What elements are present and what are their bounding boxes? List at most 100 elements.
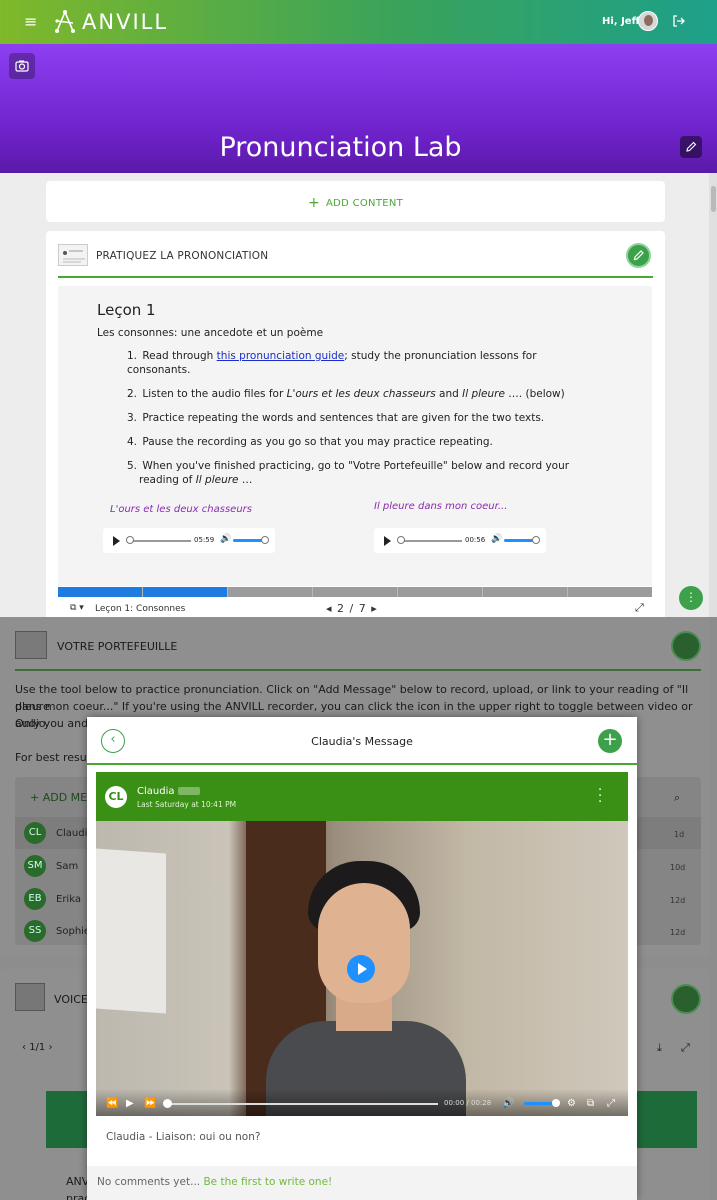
lesson-heading: Leçon 1	[97, 301, 156, 319]
fullscreen-icon[interactable]: ⤢	[607, 1098, 615, 1109]
video-seek-bar[interactable]	[168, 1103, 438, 1105]
student-name[interactable]: Erika	[56, 894, 81, 905]
message-header: CL Claudia Last Saturday at 10:41 PM · · ·	[96, 772, 628, 822]
kebab-menu-icon[interactable]: · · ·	[598, 784, 602, 809]
prev-slide-icon[interactable]: ◂	[326, 602, 333, 615]
video-time: 00:00 / 00:28	[444, 1099, 492, 1107]
lesson-steps: 1. Read through this pronunciation guide…	[127, 349, 597, 497]
pencil-icon	[633, 250, 644, 261]
step-item: 1. Read through this pronunciation guide…	[127, 350, 537, 376]
portfolio-intro-3: Only you and	[15, 717, 89, 730]
hamburger-icon[interactable]: ≡	[24, 13, 37, 31]
add-button[interactable]: +	[598, 729, 622, 753]
modal-title: Claudia's Message	[311, 735, 413, 748]
message-caption: Claudia - Liaison: oui ou non?	[106, 1131, 261, 1143]
slide-progress-bar[interactable]	[58, 587, 652, 597]
user-avatar[interactable]	[638, 11, 658, 31]
voice-body-text: ANV	[66, 1175, 90, 1188]
voice-pager: ‹ 1/1 ›	[22, 1042, 53, 1053]
settings-gear-icon[interactable]: ⚙	[567, 1098, 576, 1109]
download-icon[interactable]: ⤓	[657, 1039, 662, 1056]
next-slide-icon[interactable]: ▸	[371, 602, 378, 615]
search-icon[interactable]: ⌕	[674, 789, 680, 806]
section-divider	[58, 276, 653, 278]
add-content-card: + ADD CONTENT	[46, 181, 665, 222]
portfolio-thumbnail	[15, 631, 47, 659]
avatar: SM	[24, 855, 46, 877]
fast-forward-icon[interactable]: ⏩	[144, 1098, 156, 1109]
audio-seek-handle[interactable]	[126, 536, 134, 544]
expand-icon[interactable]: ⤢	[681, 1039, 690, 1056]
plus-icon: +	[307, 195, 320, 211]
audio-seek-bar[interactable]	[129, 540, 191, 542]
play-icon[interactable]	[384, 536, 391, 546]
slide-page-indicator: 2 / 7	[337, 602, 367, 615]
course-banner: Pronunciation Lab	[0, 44, 717, 173]
section-thumbnail	[58, 244, 88, 266]
edit-section-button[interactable]	[626, 243, 651, 268]
step-item: 5. When you've finished practicing, go t…	[127, 460, 570, 486]
student-name[interactable]: Sam	[56, 861, 78, 872]
message-age: 1d	[674, 830, 685, 839]
logout-icon[interactable]	[672, 14, 686, 28]
message-author: Claudia	[137, 786, 201, 797]
volume-handle[interactable]	[532, 536, 540, 544]
page-scrollbar[interactable]	[709, 173, 717, 618]
comments-empty-text: No comments yet... Be the first to write…	[97, 1176, 333, 1188]
popout-icon[interactable]: ⧉	[587, 1098, 594, 1109]
portfolio-title: VOTRE PORTEFEUILLE	[57, 640, 178, 653]
write-comment-link[interactable]: Be the first to write one!	[203, 1176, 332, 1188]
avatar: SS	[24, 920, 46, 942]
rewind-icon[interactable]: ⏪	[106, 1098, 118, 1109]
volume-handle[interactable]	[261, 536, 269, 544]
edit-voice-button[interactable]	[671, 984, 701, 1014]
audio-player-1: 05:59 🔊	[103, 528, 275, 553]
best-results-text: For best result	[15, 751, 95, 764]
audio-seek-bar[interactable]	[400, 540, 462, 542]
avatar: EB	[24, 888, 46, 910]
voice-thumbnail	[15, 983, 45, 1011]
audio-seek-handle[interactable]	[397, 536, 405, 544]
message-timestamp: Last Saturday at 10:41 PM	[137, 800, 237, 809]
play-small-icon[interactable]: ▶	[126, 1098, 134, 1109]
page-scrollbar-thumb[interactable]	[711, 186, 716, 212]
audio-title-1: L'ours et les deux chasseurs	[110, 504, 252, 515]
edit-title-button[interactable]	[680, 136, 702, 158]
message-age: 10d	[670, 863, 686, 872]
lesson-subheading: Les consonnes: une ancedote et un poème	[97, 327, 324, 339]
video-controls: ⏪ ▶ ⏩ 00:00 / 00:28 🔊 ⚙ ⧉ ⤢	[96, 1089, 628, 1116]
audio-time: 00:56	[465, 536, 486, 544]
add-content-button[interactable]: + ADD CONTENT	[46, 195, 665, 211]
video-volume-handle[interactable]	[552, 1099, 560, 1107]
volume-icon[interactable]: 🔊	[220, 534, 231, 544]
audio-title-2: Il pleure dans mon coeur...	[374, 501, 508, 512]
video-seek-handle[interactable]	[163, 1099, 172, 1108]
slide-pager: ◂ 2 / 7 ▸	[326, 602, 378, 615]
volume-icon[interactable]: 🔊	[502, 1098, 514, 1109]
play-icon[interactable]	[113, 536, 120, 546]
page-title: Pronunciation Lab	[219, 132, 462, 163]
slide-deck-label: Leçon 1: Consonnes	[95, 604, 186, 614]
edit-portfolio-button[interactable]	[671, 631, 701, 661]
pronunciation-guide-link[interactable]: this pronunciation guide	[217, 350, 345, 362]
student-name[interactable]: Sophie	[56, 926, 90, 937]
step-item: 3. Practice repeating the words and sent…	[127, 412, 545, 424]
add-message-button[interactable]: + ADD ME	[30, 789, 87, 806]
step-item: 2. Listen to the audio files for L'ours …	[127, 388, 565, 400]
more-options-button[interactable]: ⋮	[679, 586, 703, 610]
play-icon[interactable]	[347, 955, 375, 983]
volume-icon[interactable]: 🔊	[491, 534, 502, 544]
message-modal: ‹ Claudia's Message + CL Claudia Last Sa…	[87, 717, 637, 1200]
slides-icon[interactable]: ⧉ ▾	[70, 603, 84, 613]
pencil-icon	[686, 141, 697, 152]
portfolio-divider	[15, 669, 701, 671]
voice-title: VOICE	[54, 993, 88, 1006]
fullscreen-icon[interactable]: ⤢	[635, 601, 644, 615]
user-greeting: Hi, Jeff	[602, 16, 640, 27]
avatar: CL	[105, 786, 127, 808]
video-player[interactable]: ⏪ ▶ ⏩ 00:00 / 00:28 🔊 ⚙ ⧉ ⤢	[96, 821, 628, 1116]
change-banner-button[interactable]	[9, 53, 35, 79]
add-content-label: ADD CONTENT	[325, 198, 404, 209]
modal-divider	[87, 763, 637, 765]
section-title: PRATIQUEZ LA PRONONCIATION	[96, 250, 269, 262]
